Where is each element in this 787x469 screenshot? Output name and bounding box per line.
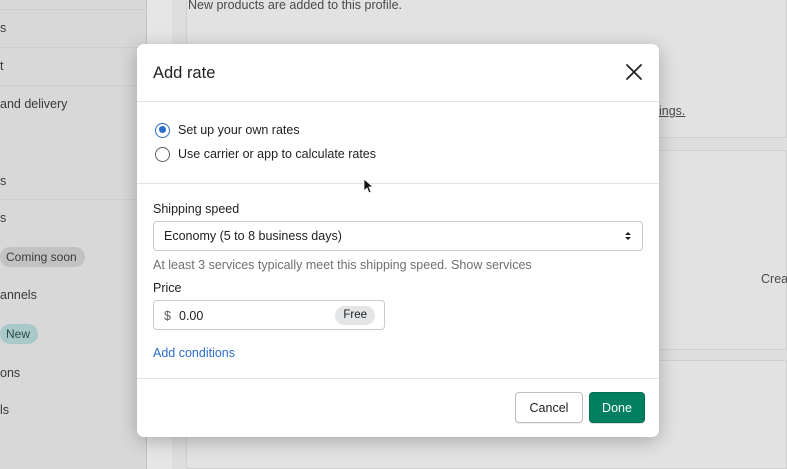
radio-carrier-rates[interactable]: Use carrier or app to calculate rates	[155, 145, 376, 163]
add-rate-modal: Add rate Set up your own rates Use carri…	[137, 44, 659, 437]
close-button[interactable]	[623, 61, 645, 83]
done-button[interactable]: Done	[589, 392, 645, 423]
cancel-button[interactable]: Cancel	[515, 392, 583, 423]
select-arrows-icon	[625, 232, 631, 240]
currency-prefix: $	[164, 309, 171, 323]
radio-own-rates[interactable]: Set up your own rates	[155, 121, 300, 139]
radio-unchecked-icon[interactable]	[155, 146, 170, 162]
price-input[interactable]: $ 0.00 Free	[153, 300, 385, 330]
shipping-speed-help: At least 3 services typically meet this …	[153, 258, 532, 272]
modal-header: Add rate	[137, 44, 659, 102]
show-services-link[interactable]: Show services	[451, 258, 532, 272]
radio-checked-icon[interactable]	[155, 122, 170, 138]
radio-label: Set up your own rates	[178, 123, 300, 137]
mouse-cursor-icon	[363, 178, 373, 194]
modal-title: Add rate	[153, 64, 216, 82]
close-icon	[626, 64, 642, 80]
add-conditions-link[interactable]: Add conditions	[153, 346, 235, 360]
shipping-speed-select[interactable]: Economy (5 to 8 business days)	[153, 221, 643, 251]
rate-details-section: Shipping speed Economy (5 to 8 business …	[137, 184, 659, 379]
rate-type-section: Set up your own rates Use carrier or app…	[137, 102, 659, 184]
radio-label: Use carrier or app to calculate rates	[178, 147, 377, 161]
price-value[interactable]: 0.00	[179, 309, 203, 323]
modal-footer: Cancel Done	[137, 379, 659, 437]
shipping-speed-label: Shipping speed	[153, 202, 240, 216]
shipping-speed-value: Economy (5 to 8 business days)	[164, 229, 342, 243]
price-label: Price	[153, 281, 182, 295]
free-badge: Free	[335, 306, 375, 325]
help-text: At least 3 services typically meet this …	[153, 258, 448, 272]
